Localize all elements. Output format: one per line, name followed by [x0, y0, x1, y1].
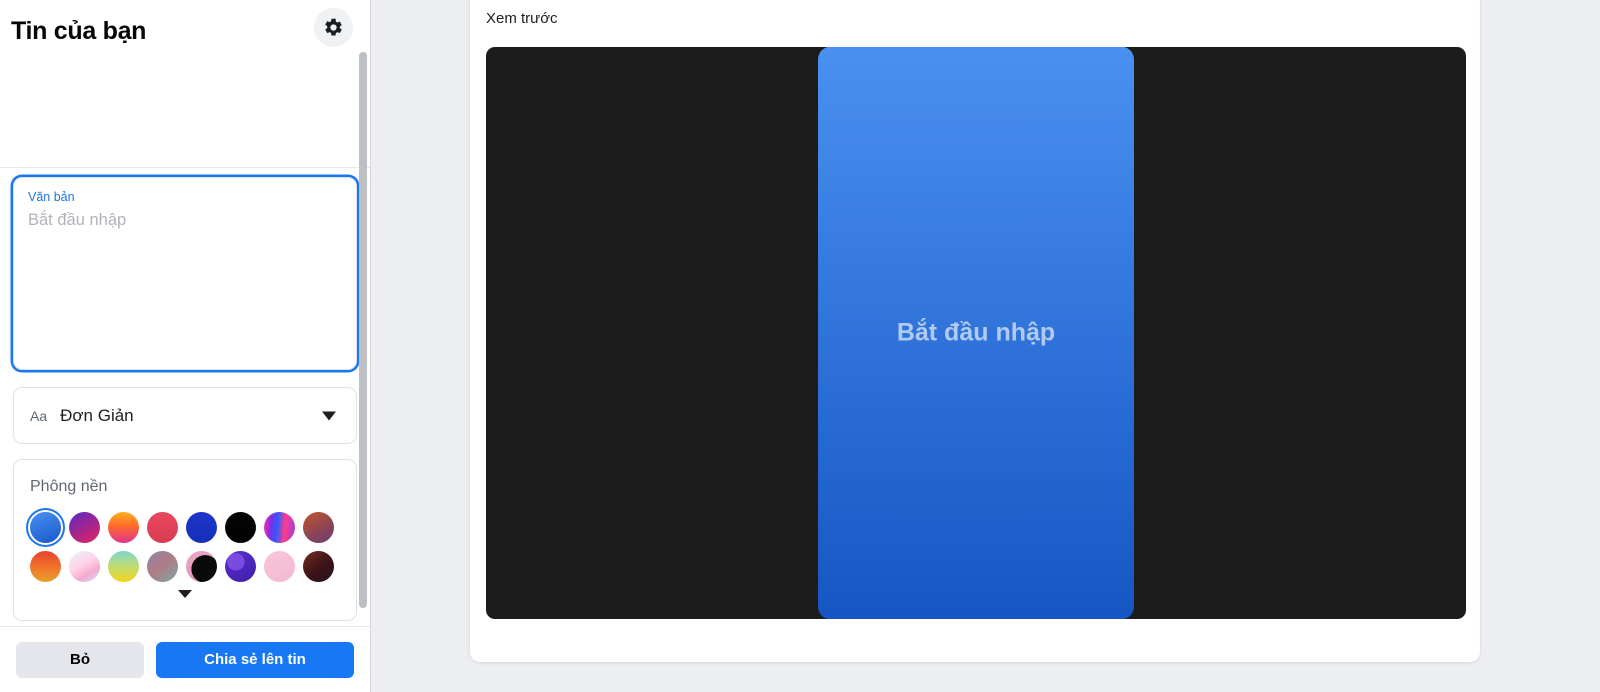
show-more-backgrounds-button[interactable] [30, 590, 340, 598]
sidebar-footer: Bỏ Chia sẻ lên tin [0, 626, 370, 692]
background-swatch-blue-gradient[interactable] [30, 512, 61, 543]
swatch-row [30, 512, 340, 543]
story-preview-card[interactable]: Bắt đầu nhập [818, 47, 1134, 619]
background-swatch-teal-yellow[interactable] [108, 551, 139, 582]
background-swatch-royal-blue[interactable] [186, 512, 217, 543]
sidebar-scrollbar-thumb[interactable] [359, 52, 367, 608]
background-swatch-brown-plum[interactable] [303, 512, 334, 543]
preview-canvas: Bắt đầu nhập [486, 47, 1466, 619]
swatch-row [30, 551, 340, 582]
background-swatch-pink-black-blob[interactable] [186, 551, 217, 582]
text-input-placeholder: Bắt đầu nhập [28, 211, 127, 229]
story-preview-text: Bắt đầu nhập [896, 318, 1056, 347]
background-swatch-pink-leaves[interactable] [264, 551, 295, 582]
preview-panel: Xem trước Bắt đầu nhập [470, 0, 1480, 662]
settings-button[interactable] [314, 8, 353, 47]
chevron-down-icon [322, 411, 336, 420]
story-text-input[interactable]: Văn bản Bắt đầu nhập [13, 177, 357, 370]
background-swatch-purple-texture[interactable] [225, 551, 256, 582]
background-swatch-orange-pink[interactable] [108, 512, 139, 543]
story-composer-app: Tin của bạn Văn bản Bắt đầu nhập Aa Đơn … [0, 0, 1600, 692]
page-title: Tin của bạn [11, 17, 147, 45]
preview-title: Xem trước [486, 10, 558, 27]
gear-icon [323, 17, 344, 38]
background-swatch-dark-brown-yellow[interactable] [303, 551, 334, 582]
background-picker-label: Phông nền [30, 478, 108, 495]
background-swatch-pastel-pink-blue[interactable] [69, 551, 100, 582]
preview-area: Xem trước Bắt đầu nhập [370, 0, 1600, 692]
background-picker: Phông nền [13, 459, 357, 621]
share-to-story-button[interactable]: Chia sẻ lên tin [156, 641, 354, 678]
background-swatch-muted-mauve-teal[interactable] [147, 551, 178, 582]
text-input-label: Văn bản [28, 190, 75, 204]
font-style-select[interactable]: Aa Đơn Giản [13, 387, 357, 444]
background-swatch-red-orange[interactable] [30, 551, 61, 582]
font-style-value: Đơn Giản [60, 405, 134, 425]
background-swatch-purple-magenta[interactable] [69, 512, 100, 543]
background-swatch-coral-red[interactable] [147, 512, 178, 543]
chevron-down-icon [178, 590, 192, 598]
font-aa-icon: Aa [30, 407, 48, 424]
discard-button[interactable]: Bỏ [16, 641, 144, 678]
background-swatch-black[interactable] [225, 512, 256, 543]
sidebar-header: Tin của bạn [0, 0, 370, 168]
sidebar-scroll-region: Văn bản Bắt đầu nhập Aa Đơn Giản Phông n… [0, 168, 370, 626]
composer-sidebar: Tin của bạn Văn bản Bắt đầu nhập Aa Đơn … [0, 0, 370, 692]
background-swatch-rainbow-swirl[interactable] [264, 512, 295, 543]
